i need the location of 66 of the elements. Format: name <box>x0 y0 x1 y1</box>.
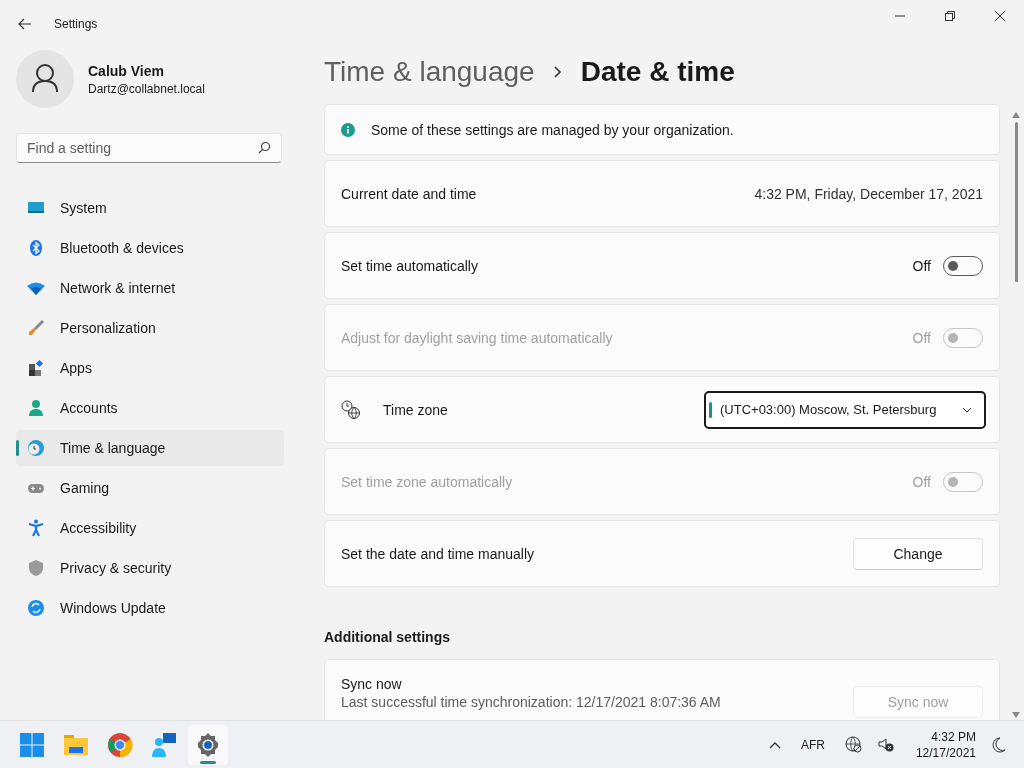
setting-label: Time zone <box>383 401 449 418</box>
section-heading: Additional settings <box>324 629 451 647</box>
nav-item[interactable]: Personalization <box>16 310 284 346</box>
search-field[interactable]: Find a setting <box>16 133 282 163</box>
breadcrumb-parent[interactable]: Time & language <box>324 56 535 88</box>
brush-icon <box>26 318 46 338</box>
search-icon <box>258 141 271 154</box>
update-icon <box>26 598 46 618</box>
close-icon[interactable] <box>994 10 1006 22</box>
back-icon[interactable] <box>18 18 32 30</box>
page-title: Date & time <box>580 56 735 88</box>
apps-icon <box>26 358 46 378</box>
clock-globe-icon <box>341 399 361 420</box>
user-email: Dartz@collabnet.local <box>88 81 205 96</box>
nav-item[interactable]: Accessibility <box>16 510 284 546</box>
nav-item[interactable]: System <box>16 190 284 226</box>
chevron-icon <box>552 65 563 79</box>
setting-label: Set time automatically <box>341 257 479 274</box>
scroll-down-icon[interactable] <box>1012 712 1020 718</box>
nav-item[interactable]: Windows Update <box>16 590 284 626</box>
nav-item[interactable]: Network & internet <box>16 270 284 306</box>
windows-logo-icon <box>19 731 45 758</box>
chat-icon <box>151 731 177 758</box>
clock-globe-icon <box>26 438 46 458</box>
toggle-state: Off <box>912 257 931 274</box>
setting-label: Set the date and time manually <box>341 545 535 562</box>
taskbar-app[interactable] <box>188 724 228 765</box>
accessibility-icon <box>26 518 46 538</box>
language-indicator[interactable]: AFR <box>800 737 825 752</box>
nav-item[interactable]: Accounts <box>16 390 284 426</box>
nav-item[interactable]: Apps <box>16 350 284 386</box>
setting-label: Current date and time <box>341 185 478 202</box>
toggle-state: Off <box>912 473 931 490</box>
globe-icon[interactable] <box>844 736 862 753</box>
user-name: Calub Viem <box>88 62 165 79</box>
chevron-up-icon[interactable] <box>768 740 781 749</box>
nav-item[interactable]: Gaming <box>16 470 284 506</box>
nav-item[interactable]: Bluetooth & devices <box>16 230 284 266</box>
shield-icon <box>26 558 46 578</box>
scrollbar-thumb[interactable] <box>1014 122 1018 282</box>
date-time-value: 4:32 PM, Friday, December 17, 2021 <box>754 185 983 202</box>
info-text: Some of these settings are managed by your organization. <box>371 121 735 138</box>
moon-icon[interactable] <box>992 736 1006 753</box>
speaker-muted-icon[interactable] <box>877 737 894 752</box>
clock-date: 12/17/2021 <box>915 744 976 761</box>
time-zone-dropdown[interactable]: (UTC+03:00) Moscow, St. Petersburg <box>704 390 986 429</box>
toggle-state: Off <box>912 329 931 346</box>
info-icon <box>341 122 355 137</box>
chevron-down-icon <box>962 406 972 413</box>
window-title: Settings <box>54 17 98 31</box>
person-icon <box>26 398 46 418</box>
toggle-switch[interactable] <box>943 255 983 276</box>
setting-label: Adjust for daylight saving time automatically <box>341 329 614 346</box>
avatar-icon <box>16 50 74 108</box>
browser-icon <box>107 731 133 758</box>
gear-icon <box>195 731 221 758</box>
scroll-up-icon[interactable] <box>1012 112 1020 118</box>
setting-label: Set time zone automatically <box>341 473 514 490</box>
sync-detail: Last successful time synchronization: 12/17/2021 8:07:36 AM <box>341 694 722 710</box>
clock-time: 4:32 PM <box>931 728 976 745</box>
maximize-icon[interactable] <box>944 10 956 22</box>
nav-item[interactable]: Privacy & security <box>16 550 284 586</box>
nav-item[interactable]: Time & language <box>16 430 284 466</box>
change-button[interactable]: Change <box>853 537 983 570</box>
taskbar-clock[interactable]: 4:32 PM 12/17/2021 <box>915 728 976 761</box>
setting-label: Sync now <box>341 676 403 692</box>
